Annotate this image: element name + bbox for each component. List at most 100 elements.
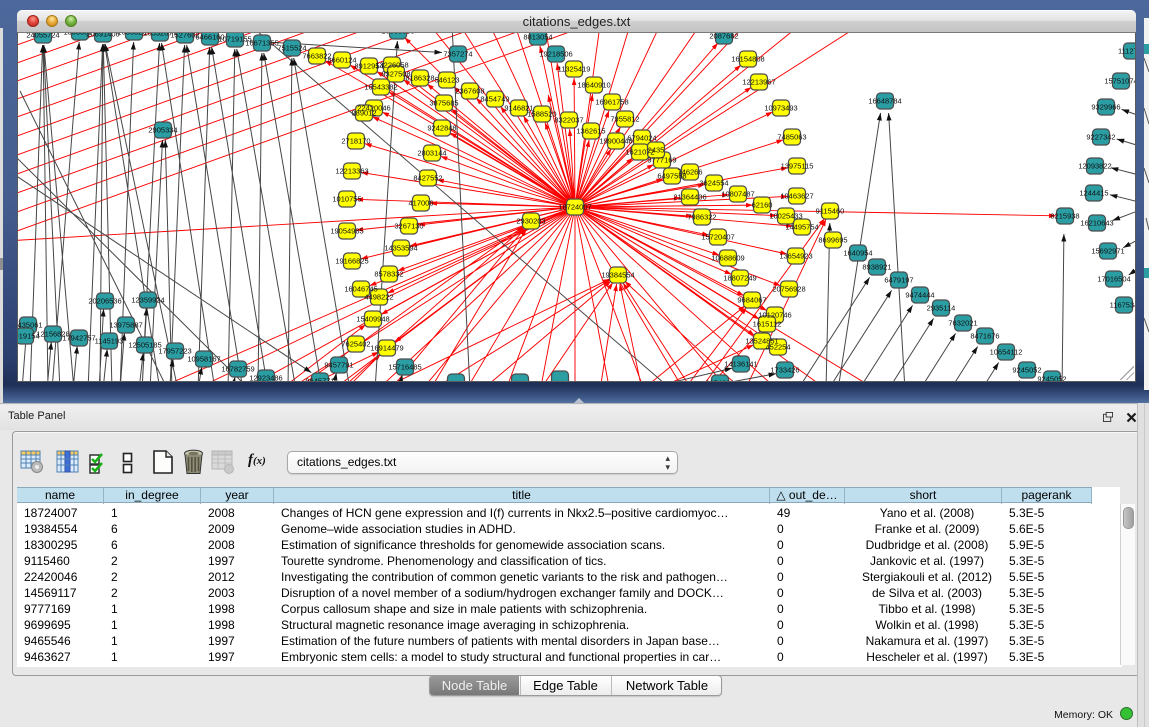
svg-text:16648784: 16648784: [868, 97, 901, 106]
svg-text:14353594: 14353594: [384, 244, 417, 253]
svg-text:24055724: 24055724: [26, 33, 59, 40]
svg-text:14136141: 14136141: [724, 360, 757, 369]
svg-text:3624554: 3624554: [699, 179, 728, 188]
svg-text:1167534: 1167534: [1110, 301, 1135, 310]
svg-text:15409948: 15409948: [356, 315, 389, 324]
svg-text:8654321: 8654321: [705, 379, 734, 383]
svg-text:16671355: 16671355: [245, 39, 278, 48]
svg-text:7625402: 7625402: [341, 340, 370, 349]
svg-text:16033809: 16033809: [381, 33, 414, 36]
svg-text:17016504: 17016504: [1097, 275, 1130, 284]
svg-text:62160: 62160: [752, 201, 773, 210]
svg-text:10120746: 10120746: [758, 311, 791, 320]
svg-text:989012: 989012: [351, 109, 376, 118]
svg-text:8938921: 8938921: [862, 263, 891, 272]
svg-text:15716485: 15716485: [388, 363, 421, 372]
svg-text:10025433: 10025433: [769, 212, 802, 221]
svg-text:1435061: 1435061: [18, 321, 43, 330]
svg-text:2718170: 2718170: [341, 137, 370, 146]
svg-text:10958167: 10958167: [187, 355, 220, 364]
svg-text:16154808: 16154808: [731, 55, 764, 64]
svg-text:1362615: 1362615: [576, 127, 605, 136]
svg-text:8322037: 8322037: [554, 116, 583, 125]
svg-text:10688609: 10688609: [711, 254, 744, 263]
svg-text:2930203: 2930203: [516, 217, 545, 226]
svg-text:13975887: 13975887: [109, 321, 142, 330]
svg-text:12213967: 12213967: [742, 78, 775, 87]
svg-text:19384554: 19384554: [601, 271, 634, 280]
svg-text:9245052: 9245052: [1037, 375, 1066, 383]
svg-text:10807487: 10807487: [721, 190, 754, 199]
svg-text:1145193: 1145193: [95, 337, 124, 346]
svg-text:9242848: 9242848: [427, 124, 456, 133]
svg-text:9329966: 9329966: [1091, 103, 1120, 112]
svg-text:13975115: 13975115: [781, 162, 814, 171]
svg-text:19054985: 19054985: [330, 227, 363, 236]
svg-text:10654112: 10654112: [990, 348, 1023, 357]
svg-text:8186328: 8186328: [405, 74, 434, 83]
svg-text:1010755: 1010755: [332, 195, 361, 204]
svg-text:19463627: 19463627: [780, 192, 813, 201]
svg-text:9457791: 9457791: [324, 361, 353, 370]
svg-text:9227342: 9227342: [1086, 133, 1115, 142]
svg-text:9245052: 9245052: [1012, 366, 1041, 375]
svg-text:10973493: 10973493: [764, 104, 797, 113]
svg-text:12359924: 12359924: [131, 296, 164, 305]
svg-text:8660124: 8660124: [327, 56, 356, 65]
svg-text:1615112: 1615112: [753, 320, 782, 329]
svg-text:15720407: 15720407: [701, 233, 734, 242]
svg-text:3267130: 3267130: [394, 222, 423, 231]
svg-text:746266: 746266: [677, 168, 702, 177]
svg-text:1112747: 1112747: [1118, 47, 1135, 56]
svg-text:13226058: 13226058: [375, 61, 408, 70]
svg-text:8813054: 8813054: [523, 33, 552, 42]
svg-text:16914479: 16914479: [370, 344, 403, 353]
svg-text:12505185: 12505185: [128, 341, 161, 350]
svg-text:9684067: 9684067: [737, 296, 766, 305]
svg-text:14495754: 14495754: [785, 223, 818, 232]
svg-text:18640910: 18640910: [577, 81, 610, 90]
svg-text:3875685: 3875685: [429, 99, 458, 108]
svg-text:2087682: 2087682: [709, 33, 738, 41]
svg-text:12213363: 12213363: [335, 167, 368, 176]
svg-text:7357274: 7357274: [443, 50, 472, 59]
svg-text:4498222: 4498222: [364, 293, 393, 302]
svg-text:2905334: 2905334: [148, 126, 177, 135]
svg-text:1244415: 1244415: [1079, 189, 1108, 198]
svg-text:8215938: 8215938: [1050, 212, 1079, 221]
svg-text:7485063: 7485063: [777, 133, 806, 142]
svg-text:7955812: 7955812: [610, 115, 639, 124]
svg-text:2803144: 2803144: [417, 149, 446, 158]
svg-text:17942757: 17942757: [62, 334, 95, 343]
svg-text:452254: 452254: [765, 343, 790, 352]
svg-text:1733426: 1733426: [770, 366, 799, 375]
svg-text:12093822: 12093822: [1078, 162, 1111, 171]
svg-text:20206536: 20206536: [88, 297, 121, 306]
svg-text:11325419: 11325419: [558, 65, 591, 74]
svg-text:21364436: 21364436: [673, 193, 706, 202]
svg-text:18724007: 18724007: [558, 203, 591, 212]
svg-text:19166825: 19166825: [335, 257, 368, 266]
svg-text:7632021: 7632021: [948, 319, 977, 328]
svg-text:18807249: 18807249: [723, 274, 756, 283]
svg-text:417006: 417006: [408, 199, 433, 208]
svg-text:8578332: 8578332: [374, 270, 403, 279]
svg-text:16210643: 16210643: [1080, 219, 1113, 228]
svg-text:2435: 2435: [648, 146, 665, 155]
svg-text:9645771: 9645771: [305, 377, 334, 383]
svg-text:20756928: 20756928: [772, 285, 805, 294]
svg-text:1588520: 1588520: [527, 110, 556, 119]
svg-text:7986322: 7986322: [687, 213, 716, 222]
svg-text:8427552: 8427552: [413, 174, 442, 183]
svg-text:2935114: 2935114: [927, 304, 956, 313]
svg-text:9777169: 9777169: [647, 156, 676, 165]
svg-text:12923486: 12923486: [249, 374, 282, 383]
svg-text:8471676: 8471676: [970, 332, 999, 341]
svg-text:15692971: 15692971: [1091, 247, 1124, 256]
svg-text:19218506: 19218506: [539, 50, 572, 59]
svg-text:9474444: 9474444: [905, 291, 934, 300]
svg-text:6794024: 6794024: [627, 134, 656, 143]
svg-text:9115460: 9115460: [816, 207, 845, 216]
svg-text:8454749: 8454749: [480, 95, 509, 104]
svg-text:20691406: 20691406: [86, 33, 119, 39]
